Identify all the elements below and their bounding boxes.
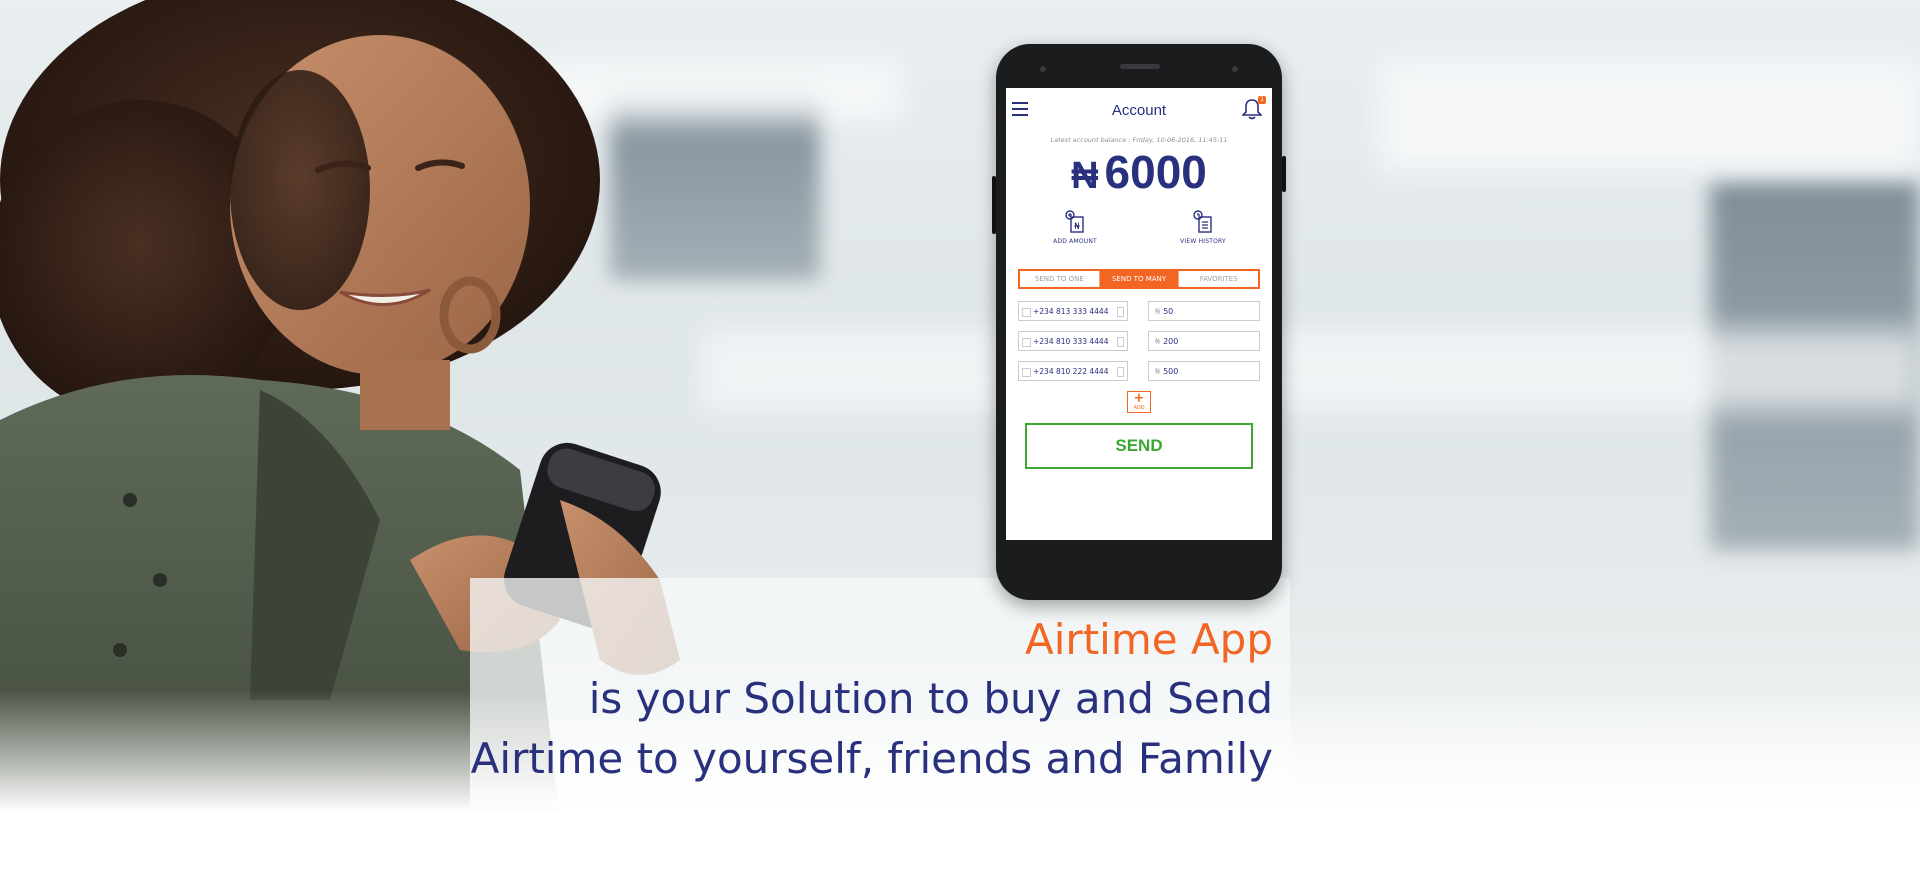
background-light-right: [1380, 60, 1920, 170]
app-header: Account 1: [1006, 88, 1272, 132]
recipient-phone-field[interactable]: +234 810 333 4444: [1018, 331, 1128, 351]
contact-icon: [1022, 368, 1031, 377]
headline-title: Airtime App: [1025, 615, 1273, 664]
balance-amount: ₦ 6000: [1006, 146, 1272, 202]
add-amount-label: ADD AMOUNT: [1053, 238, 1097, 245]
balance-currency: ₦: [1071, 155, 1099, 197]
recipient-list: +234 813 333 4444 ₦ 50 +234 810 333 4444 …: [1018, 301, 1260, 381]
add-recipient-label: ADD: [1133, 405, 1145, 411]
phone-sensor-dot: [1040, 66, 1046, 72]
quick-actions: ₦ ADD AMOUNT VIEW HISTORY: [1006, 210, 1272, 245]
notification-bell-icon[interactable]: 1: [1241, 96, 1266, 122]
recipient-row: +234 813 333 4444 ₦ 50: [1018, 301, 1260, 321]
recipient-phone-field[interactable]: +234 813 333 4444: [1018, 301, 1128, 321]
headline: Airtime App is your Solution to buy and …: [471, 612, 1273, 788]
tab-send-to-one[interactable]: SEND TO ONE: [1020, 271, 1099, 287]
send-mode-tabs: SEND TO ONE SEND TO MANY FAVORITES: [1018, 269, 1260, 289]
recipient-amount-field[interactable]: ₦ 500: [1148, 361, 1260, 381]
balance-value: 6000: [1104, 146, 1207, 198]
balance-caption: Latest account balance : Friday, 10-06-2…: [1050, 136, 1228, 144]
phone-mockup: Account 1 Latest account balance : Frida…: [992, 44, 1286, 600]
phone-side-button-right: [1282, 156, 1286, 192]
phonebook-icon[interactable]: [1117, 307, 1124, 317]
view-history-icon: [1193, 210, 1212, 233]
add-recipient-button[interactable]: + ADD: [1127, 391, 1151, 413]
app-screen: Account 1 Latest account balance : Frida…: [1006, 88, 1272, 540]
tab-send-to-many[interactable]: SEND TO MANY: [1098, 271, 1179, 287]
contact-icon: [1022, 308, 1031, 317]
recipient-row: +234 810 222 4444 ₦ 500: [1018, 361, 1260, 381]
hamburger-menu-icon[interactable]: [1012, 102, 1028, 116]
tab-favorites[interactable]: FAVORITES: [1178, 271, 1258, 287]
view-history-label: VIEW HISTORY: [1180, 238, 1226, 245]
phone-side-button-left: [992, 176, 996, 234]
add-amount-icon: ₦: [1065, 210, 1084, 233]
send-button[interactable]: SEND: [1025, 423, 1253, 469]
plus-icon: +: [1133, 391, 1145, 406]
app-title: Account: [1111, 101, 1167, 119]
contact-icon: [1022, 338, 1031, 347]
recipient-row: +234 810 333 4444 ₦ 200: [1018, 331, 1260, 351]
headline-line-3: Airtime to yourself, friends and Family: [470, 734, 1273, 783]
recipient-amount-field[interactable]: ₦ 200: [1148, 331, 1260, 351]
notification-badge: 1: [1258, 96, 1266, 104]
phone-camera-dot: [1232, 66, 1238, 72]
svg-text:₦: ₦: [1074, 222, 1080, 232]
headline-line-2: is your Solution to buy and Send: [588, 674, 1273, 723]
recipient-phone-field[interactable]: +234 810 222 4444: [1018, 361, 1128, 381]
phonebook-icon[interactable]: [1117, 337, 1124, 347]
phonebook-icon[interactable]: [1117, 367, 1124, 377]
add-amount-button[interactable]: ₦ ADD AMOUNT: [1040, 210, 1110, 245]
view-history-button[interactable]: VIEW HISTORY: [1168, 210, 1238, 245]
recipient-amount-field[interactable]: ₦ 50: [1148, 301, 1260, 321]
phone-speaker: [1120, 64, 1160, 69]
background-floor-glow: [700, 330, 1920, 410]
